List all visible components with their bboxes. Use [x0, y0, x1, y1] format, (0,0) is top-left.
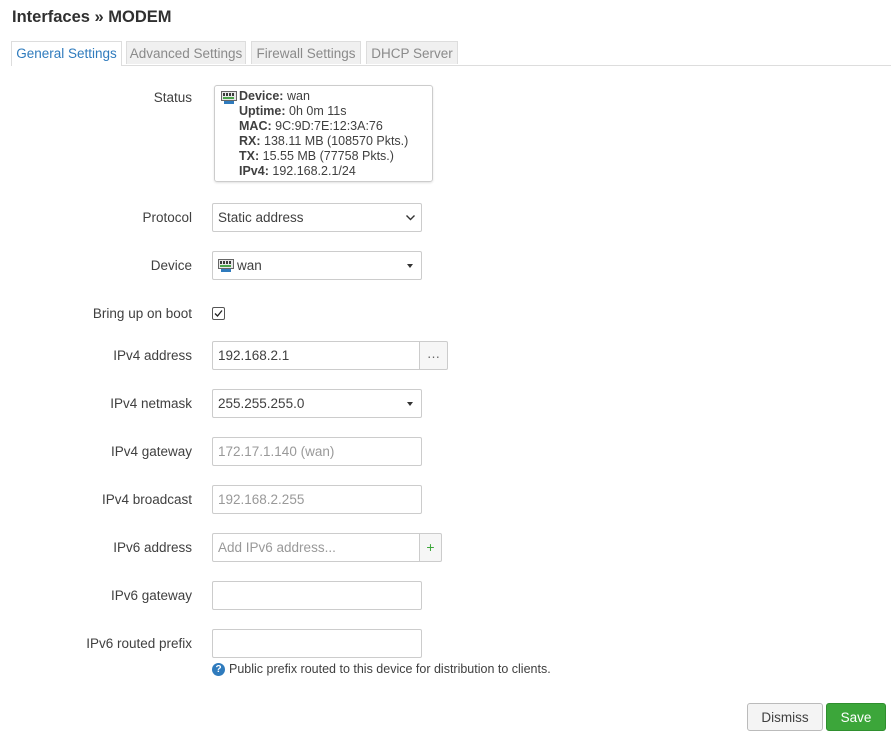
status-details: Device: wan Uptime: 0h 0m 11s MAC: 9C:9D…: [239, 89, 408, 179]
caret-down-icon: [407, 402, 413, 406]
ipv4-gateway-label: IPv4 gateway: [110, 444, 192, 459]
dismiss-button[interactable]: Dismiss: [747, 703, 823, 731]
status-panel: Device: wan Uptime: 0h 0m 11s MAC: 9C:9D…: [214, 85, 433, 182]
ipv6-address-input[interactable]: [212, 533, 420, 562]
ipv6-gateway-input[interactable]: [212, 581, 422, 610]
tab-advanced-settings[interactable]: Advanced Settings: [126, 41, 246, 64]
status-device-value: wan: [286, 89, 310, 103]
status-ipv4-value: 192.168.2.1/24: [272, 164, 356, 178]
help-icon: ?: [212, 662, 225, 676]
network-port-icon: [218, 258, 234, 272]
add-ipv6-address-button[interactable]: +: [420, 533, 442, 562]
ipv4-address-input[interactable]: [212, 341, 420, 370]
status-mac-line: MAC: 9C:9D:7E:12:3A:76: [239, 119, 408, 134]
ipv4-broadcast-label: IPv4 broadcast: [101, 492, 192, 507]
ipv4-broadcast-input[interactable]: [212, 485, 422, 514]
ipv6-address-label: IPv6 address: [113, 540, 192, 555]
ipv4-address-label: IPv4 address: [113, 348, 192, 363]
protocol-label: Protocol: [142, 210, 192, 225]
ipv4-address-more-button[interactable]: …: [420, 341, 448, 370]
page-title: Interfaces » MODEM: [12, 8, 172, 26]
status-ipv4-key: IPv4:: [239, 164, 269, 178]
ipv6-gateway-label: IPv6 gateway: [110, 588, 192, 603]
caret-down-icon: [407, 264, 413, 268]
ipv6-prefix-hint-text: Public prefix routed to this device for …: [229, 662, 551, 676]
tab-bar: General Settings Advanced Settings Firew…: [11, 41, 891, 66]
device-value: wan: [237, 258, 262, 273]
ipv4-netmask-label: IPv4 netmask: [110, 396, 192, 411]
status-device-line: Device: wan: [239, 89, 408, 104]
status-tx-value: 15.55 MB (77758 Pkts.): [262, 149, 394, 163]
chevron-down-icon: [406, 215, 415, 221]
status-uptime-key: Uptime:: [239, 104, 286, 118]
protocol-select[interactable]: Static address: [212, 203, 422, 232]
tab-dhcp-server[interactable]: DHCP Server: [366, 41, 458, 64]
status-tx-key: TX:: [239, 149, 260, 163]
status-uptime-value: 0h 0m 11s: [289, 104, 347, 118]
status-mac-key: MAC:: [239, 119, 272, 133]
boot-label: Bring up on boot: [92, 306, 192, 321]
tab-general-settings[interactable]: General Settings: [11, 41, 122, 66]
status-mac-value: 9C:9D:7E:12:3A:76: [275, 119, 383, 133]
device-select[interactable]: wan: [212, 251, 422, 280]
ipv6-prefix-label: IPv6 routed prefix: [86, 636, 192, 651]
ipv4-netmask-select[interactable]: 255.255.255.0: [212, 389, 422, 418]
ipv6-prefix-hint: ? Public prefix routed to this device fo…: [212, 662, 551, 676]
status-device-key: Device:: [239, 89, 284, 103]
boot-checkbox[interactable]: [212, 307, 225, 320]
status-label: Status: [153, 90, 192, 105]
status-ipv4-line: IPv4: 192.168.2.1/24: [239, 164, 408, 179]
status-rx-line: RX: 138.11 MB (108570 Pkts.): [239, 134, 408, 149]
ipv4-gateway-input[interactable]: [212, 437, 422, 466]
ipv4-netmask-value: 255.255.255.0: [218, 396, 305, 411]
status-uptime-line: Uptime: 0h 0m 11s: [239, 104, 408, 119]
tab-firewall-settings[interactable]: Firewall Settings: [251, 41, 361, 64]
checkmark-icon: [214, 310, 223, 317]
protocol-value: Static address: [218, 210, 304, 225]
status-rx-value: 138.11 MB (108570 Pkts.): [264, 134, 409, 148]
status-rx-key: RX:: [239, 134, 261, 148]
network-port-icon: [221, 91, 237, 104]
save-button[interactable]: Save: [826, 703, 886, 731]
device-label: Device: [150, 258, 192, 273]
ipv6-prefix-input[interactable]: [212, 629, 422, 658]
status-tx-line: TX: 15.55 MB (77758 Pkts.): [239, 149, 408, 164]
